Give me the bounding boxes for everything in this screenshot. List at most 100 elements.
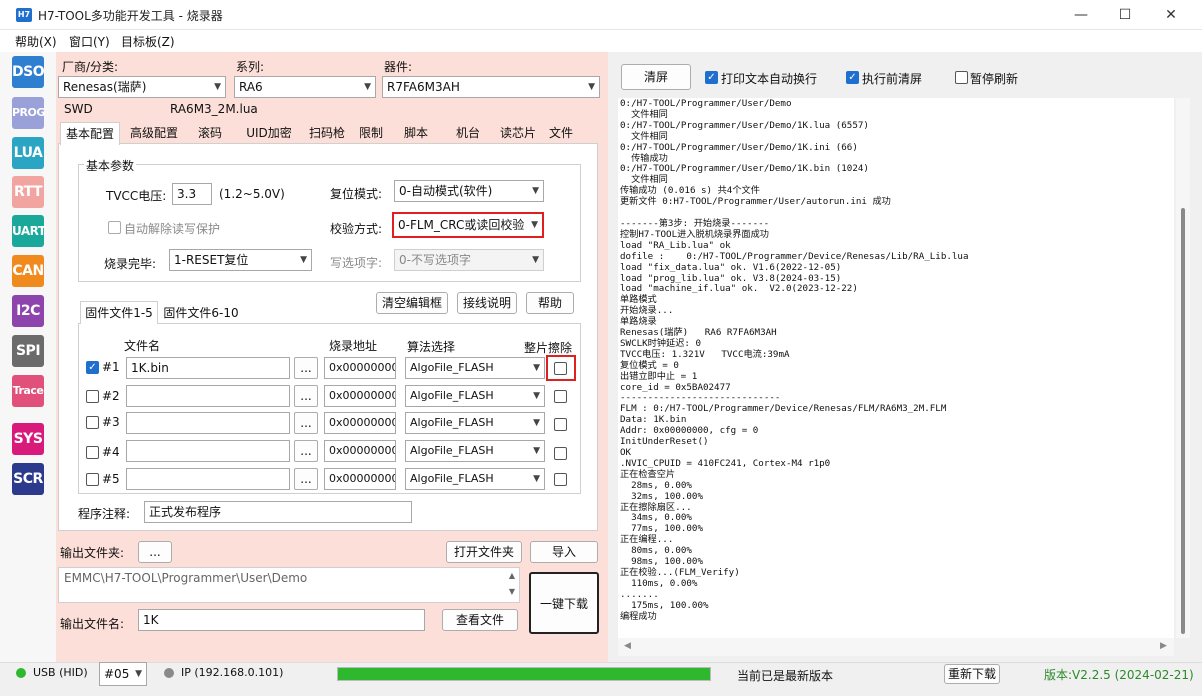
row-5-erase-checkbox[interactable] (554, 473, 567, 486)
minimize-button[interactable]: — (1058, 0, 1104, 30)
auto-unlock-checkbox[interactable] (108, 221, 121, 234)
log-scroll-thumb[interactable] (1181, 208, 1185, 634)
sidebar-sys-button[interactable]: SYS (12, 423, 44, 455)
row-2-address-input[interactable]: 0x00000000 (324, 385, 396, 407)
row-1-address-input[interactable]: 0x00000000 (324, 357, 396, 379)
tab-basic[interactable]: 基本配置 (60, 122, 120, 145)
log-output[interactable]: 0:/H7-TOOL/Programmer/User/Demo 文件相同 0:/… (618, 98, 1174, 638)
option-byte-select[interactable]: 0-不写选项字 ▼ (394, 249, 544, 271)
sidebar-spi-button[interactable]: SPI (12, 335, 44, 367)
row-2-algo-select[interactable]: AlgoFile_FLASH ▼ (405, 385, 545, 407)
sidebar-rtt-button[interactable]: RTT (12, 176, 44, 208)
pause-refresh-checkbox[interactable] (955, 71, 968, 84)
sidebar-prog-button[interactable]: PROG (12, 97, 45, 129)
series-select[interactable]: RA6 ▼ (234, 76, 376, 98)
row-1-algo-select[interactable]: AlgoFile_FLASH ▼ (405, 357, 545, 379)
redownload-button[interactable]: 重新下载 (944, 664, 1000, 684)
sidebar-trace-button[interactable]: Trace (12, 375, 44, 407)
open-folder-button[interactable]: 打开文件夹 (446, 541, 522, 563)
tab-scanner[interactable]: 扫码枪 (304, 122, 350, 144)
help-button[interactable]: 帮助 (526, 292, 574, 314)
row-3-browse-button[interactable]: ... (294, 412, 318, 434)
device-select[interactable]: R7FA6M3AH ▼ (382, 76, 600, 98)
row-4-checkbox[interactable] (86, 446, 99, 459)
auto-wrap-checkbox[interactable]: ✓ (705, 71, 718, 84)
row-2-erase-checkbox[interactable] (554, 390, 567, 403)
maximize-button[interactable]: ☐ (1102, 0, 1148, 30)
tab-script[interactable]: 脚本 (396, 122, 436, 144)
row-3-address-input[interactable]: 0x00000000 (324, 412, 396, 434)
row-3-checkbox[interactable] (86, 416, 99, 429)
wiring-button[interactable]: 接线说明 (457, 292, 517, 314)
sidebar-i2c-button[interactable]: I2C (12, 295, 44, 327)
row-1-file-input[interactable]: 1K.bin (126, 357, 290, 379)
menu-window[interactable]: 窗口(Y) (69, 33, 110, 50)
output-filename-input[interactable]: 1K (138, 609, 425, 631)
device-value: R7FA6M3AH (387, 80, 460, 94)
tvcc-input[interactable]: 3.3 (172, 183, 212, 205)
scroll-left-icon[interactable]: ◀ (624, 641, 631, 651)
log-horizontal-scrollbar[interactable] (618, 638, 1174, 656)
after-program-select[interactable]: 1-RESET复位 ▼ (169, 249, 312, 271)
tab-file[interactable]: 文件 (544, 122, 578, 144)
sidebar-can-button[interactable]: CAN (12, 255, 44, 287)
row-5-browse-button[interactable]: ... (294, 468, 318, 490)
view-file-button[interactable]: 查看文件 (442, 609, 518, 631)
port-select[interactable]: #05 ▼ (99, 662, 147, 686)
row-5-file-input[interactable] (126, 468, 290, 490)
sidebar-lua-button[interactable]: LUA (12, 137, 44, 169)
row-3-erase-checkbox[interactable] (554, 418, 567, 431)
output-path-textarea[interactable]: EMMC\H7-TOOL\Programmer\User\Demo (58, 567, 520, 603)
tab-rolling-code[interactable]: 滚码 (190, 122, 230, 144)
row-4-browse-button[interactable]: ... (294, 440, 318, 462)
clear-editor-button[interactable]: 清空编辑框 (376, 292, 448, 314)
row-5-checkbox[interactable] (86, 473, 99, 486)
sidebar-dso-button[interactable]: DSO (12, 56, 45, 88)
row-4-address-input[interactable]: 0x00000000 (324, 440, 396, 462)
row-4-algo-value: AlgoFile_FLASH (410, 444, 494, 457)
close-button[interactable]: ✕ (1148, 0, 1194, 30)
port-value: #05 (104, 667, 130, 681)
output-folder-browse-button[interactable]: ... (138, 541, 172, 563)
tab-uid-encrypt[interactable]: UID加密 (238, 122, 300, 144)
row-3-algo-select[interactable]: AlgoFile_FLASH ▼ (405, 412, 545, 434)
tab-read-chip[interactable]: 读芯片 (496, 122, 540, 144)
one-click-download-button[interactable]: 一键下载 (529, 572, 599, 634)
row-2-browse-button[interactable]: ... (294, 385, 318, 407)
row-5-algo-select[interactable]: AlgoFile_FLASH ▼ (405, 468, 545, 490)
row-4-file-input[interactable] (126, 440, 290, 462)
row-3-file-input[interactable] (126, 412, 290, 434)
verify-mode-value: 0-FLM_CRC或读回校验 (398, 218, 525, 232)
menu-help[interactable]: 帮助(X) (15, 33, 57, 50)
output-folder-label: 输出文件夹: (60, 546, 125, 560)
clear-before-run-checkbox[interactable]: ✓ (846, 71, 859, 84)
tab-firmware-1-5[interactable]: 固件文件1-5 (80, 301, 158, 324)
comment-label: 程序注释: (78, 507, 131, 521)
row-1-checkbox[interactable]: ✓ (86, 361, 99, 374)
row-1-erase-checkbox[interactable] (554, 362, 567, 375)
row-4-algo-select[interactable]: AlgoFile_FLASH ▼ (405, 440, 545, 462)
chevron-down-icon: ▼ (300, 255, 307, 265)
device-label: 器件: (384, 60, 413, 74)
import-button[interactable]: 导入 (530, 541, 598, 563)
row-2-file-input[interactable] (126, 385, 290, 407)
vendor-select[interactable]: Renesas(瑞萨) ▼ (58, 76, 226, 98)
sidebar-uart-button[interactable]: UART (12, 215, 46, 247)
tab-limit[interactable]: 限制 (354, 122, 388, 144)
chevron-down-icon: ▼ (532, 186, 539, 196)
row-2-checkbox[interactable] (86, 390, 99, 403)
comment-input[interactable]: 正式发布程序 (144, 501, 412, 523)
reset-mode-select[interactable]: 0-自动模式(软件) ▼ (394, 180, 544, 202)
path-scrollbar[interactable]: ▲ ▼ (506, 568, 518, 602)
clear-log-button[interactable]: 清屏 (621, 64, 691, 90)
scroll-right-icon[interactable]: ▶ (1160, 641, 1167, 651)
row-1-browse-button[interactable]: ... (294, 357, 318, 379)
tab-firmware-6-10[interactable]: 固件文件6-10 (160, 303, 242, 324)
tab-machine[interactable]: 机台 (448, 122, 488, 144)
tab-advanced[interactable]: 高级配置 (124, 122, 184, 144)
verify-mode-select[interactable]: 0-FLM_CRC或读回校验 ▼ (392, 212, 544, 238)
menu-target[interactable]: 目标板(Z) (121, 33, 175, 50)
row-4-erase-checkbox[interactable] (554, 447, 567, 460)
row-5-address-input[interactable]: 0x00000000 (324, 468, 396, 490)
sidebar-scr-button[interactable]: SCR (12, 463, 44, 495)
